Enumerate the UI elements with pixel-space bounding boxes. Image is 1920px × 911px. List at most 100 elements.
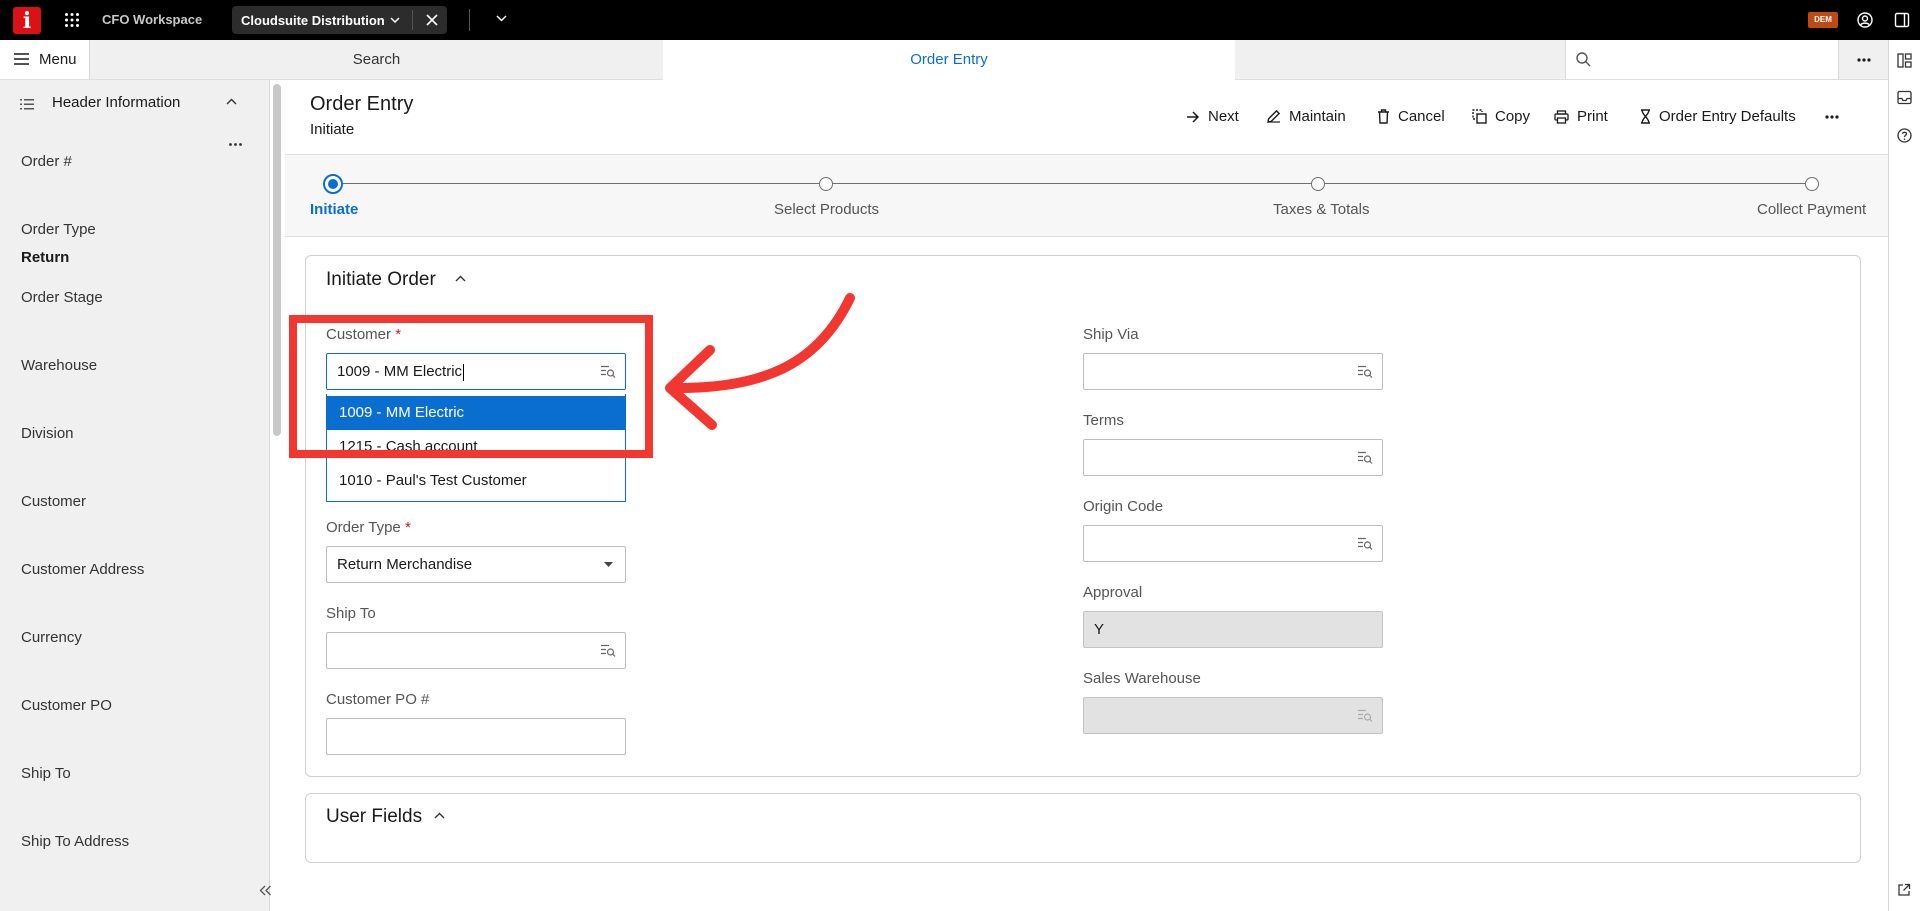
ship-to-input[interactable] — [326, 632, 626, 669]
origin-code-label: Origin Code — [1083, 498, 1164, 515]
top-bar: i CFO Workspace Cloudsuite Distribution … — [0, 0, 1920, 40]
ship-via-input[interactable] — [1083, 353, 1383, 390]
lookup-icon[interactable] — [1357, 451, 1373, 464]
more-icon[interactable] — [229, 143, 242, 146]
lookup-icon[interactable] — [1357, 537, 1373, 550]
order-entry-defaults-button[interactable]: Order Entry Defaults — [1640, 108, 1796, 125]
step-dot-select-products[interactable] — [819, 177, 833, 191]
menu-button[interactable]: Menu — [0, 40, 90, 79]
suggestion-item[interactable]: 1010 - Paul's Test Customer — [327, 464, 625, 498]
menu-label: Menu — [39, 51, 77, 68]
print-label: Print — [1577, 108, 1608, 125]
chevron-up-icon[interactable] — [226, 98, 237, 105]
more-icon[interactable] — [1825, 115, 1839, 119]
field-label-customer-po: Customer PO — [21, 697, 112, 714]
approval-field: Y — [1083, 611, 1383, 648]
tab-search[interactable]: Search — [90, 40, 663, 79]
customer-po-input[interactable] — [326, 718, 626, 755]
infor-logo[interactable]: i — [13, 7, 41, 34]
tab-divider — [412, 10, 413, 30]
field-label-ship-to-address: Ship To Address — [21, 833, 130, 850]
step-dot-collect-payment[interactable] — [1805, 177, 1819, 191]
step-initiate[interactable]: Initiate — [310, 201, 358, 218]
inbox-icon[interactable] — [1897, 90, 1912, 105]
sales-warehouse-label: Sales Warehouse — [1083, 670, 1201, 687]
search-icon — [1576, 52, 1591, 67]
step-select-products[interactable]: Select Products — [774, 201, 879, 218]
divider — [469, 9, 470, 31]
panel-scrollbar[interactable] — [273, 84, 281, 436]
customer-po-label: Customer PO # — [326, 691, 430, 708]
lookup-icon[interactable] — [1357, 365, 1373, 378]
maintain-button[interactable]: Maintain — [1266, 108, 1346, 125]
ship-via-label: Ship Via — [1083, 326, 1139, 343]
page-subtitle: Initiate — [310, 121, 355, 138]
print-icon — [1554, 109, 1569, 124]
copy-icon — [1472, 109, 1487, 124]
chevron-down-icon[interactable] — [390, 17, 400, 23]
step-collect-payment[interactable]: Collect Payment — [1757, 201, 1866, 218]
header-information-toggle[interactable]: Header Information — [0, 80, 270, 126]
step-dot-initiate[interactable] — [323, 174, 343, 194]
field-label-customer-address: Customer Address — [21, 561, 145, 578]
global-search-input[interactable] — [1565, 40, 1838, 79]
user-icon[interactable] — [1857, 12, 1873, 28]
field-value-order-type: Return — [21, 249, 70, 266]
app-tab-label: Cloudsuite Distribution — [241, 13, 385, 28]
header-information-panel: Header Information Order # Order Type Re… — [0, 80, 270, 911]
copy-button[interactable]: Copy — [1472, 108, 1530, 125]
field-label-customer: Customer — [21, 493, 87, 510]
chevron-up-icon[interactable] — [434, 812, 445, 819]
annotation-highlight-box — [289, 315, 653, 458]
print-button[interactable]: Print — [1554, 108, 1608, 125]
more-icon — [1857, 58, 1871, 62]
external-link-icon[interactable] — [1897, 883, 1911, 897]
terms-input[interactable] — [1083, 439, 1383, 476]
required-marker: * — [404, 519, 411, 536]
more-options-button[interactable] — [1838, 40, 1888, 79]
help-icon[interactable] — [1897, 128, 1912, 143]
app-tab[interactable]: Cloudsuite Distribution — [232, 6, 447, 34]
field-label-order-type: Order Type — [21, 221, 96, 238]
app-grid-icon[interactable] — [64, 12, 80, 28]
side-panel-icon[interactable] — [1894, 12, 1910, 28]
field-label-order-stage: Order Stage — [21, 289, 103, 306]
origin-code-input[interactable] — [1083, 525, 1383, 562]
copy-label: Copy — [1495, 108, 1531, 125]
cancel-button[interactable]: Cancel — [1377, 108, 1445, 125]
section-title-user-fields: User Fields — [326, 806, 423, 827]
order-type-label-text: Order Type — [326, 519, 401, 536]
order-type-select[interactable]: Return Merchandise — [326, 546, 626, 583]
tab-order-entry[interactable]: Order Entry — [663, 40, 1235, 80]
user-badge[interactable]: DEM — [1808, 12, 1838, 28]
user-fields-card — [305, 793, 1861, 863]
process-stepper — [285, 154, 1888, 237]
collapse-panel-icon[interactable] — [259, 885, 272, 896]
field-label-currency: Currency — [21, 629, 82, 646]
order-type-value: Return Merchandise — [337, 556, 473, 573]
panel-title: Header Information — [52, 94, 181, 111]
workspace-title[interactable]: CFO Workspace — [102, 12, 202, 27]
lookup-icon[interactable] — [600, 644, 616, 657]
page-title: Order Entry — [310, 93, 414, 115]
terms-label: Terms — [1083, 412, 1124, 429]
stepper-track — [333, 183, 1811, 184]
chevron-up-icon[interactable] — [455, 275, 466, 282]
arrow-right-icon — [1187, 110, 1200, 123]
nav-bar: Menu Search Order Entry — [0, 40, 1888, 80]
approval-label: Approval — [1083, 584, 1143, 601]
step-taxes-totals[interactable]: Taxes & Totals — [1273, 201, 1369, 218]
maintain-label: Maintain — [1289, 108, 1346, 125]
next-button[interactable]: Next — [1186, 108, 1239, 125]
list-icon — [20, 99, 34, 110]
step-dot-taxes-totals[interactable] — [1311, 177, 1325, 191]
next-label: Next — [1208, 108, 1239, 125]
hamburger-icon — [14, 53, 29, 65]
layout-icon[interactable] — [1897, 53, 1912, 68]
logo-letter: i — [22, 7, 32, 34]
section-title-initiate-order: Initiate Order — [326, 269, 436, 290]
close-icon[interactable] — [426, 14, 438, 26]
chevron-down-icon[interactable] — [496, 15, 507, 22]
pencil-icon — [1267, 109, 1281, 123]
hourglass-icon — [1641, 109, 1650, 124]
